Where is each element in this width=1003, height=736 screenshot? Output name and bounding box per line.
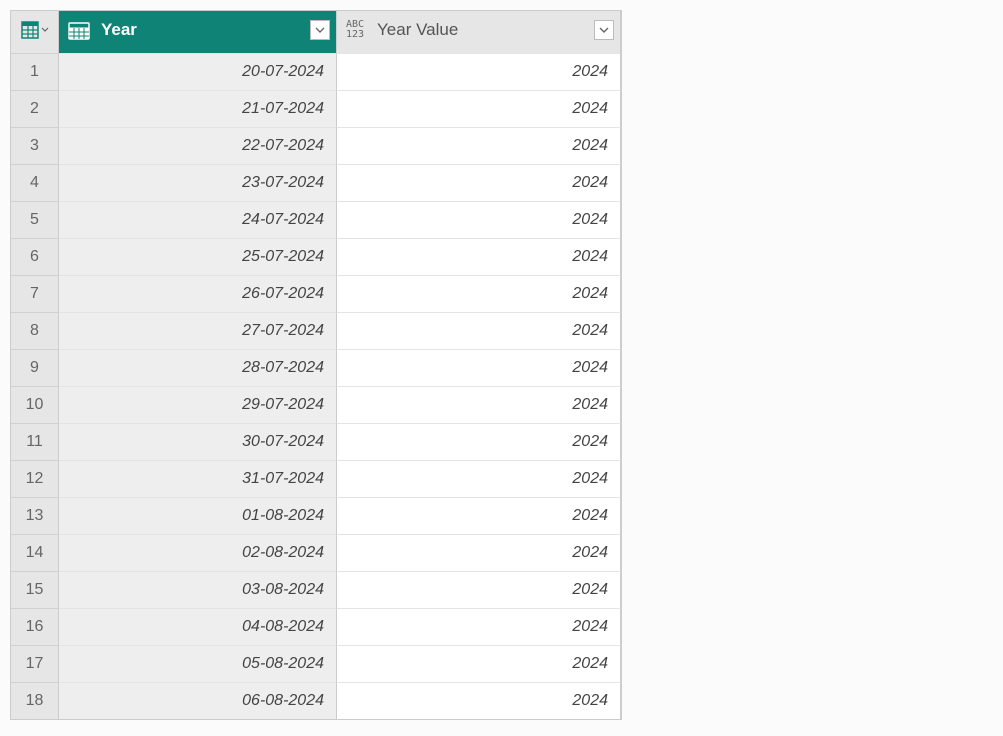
table-row[interactable]: 1231-07-20242024	[11, 460, 621, 497]
cell-year-value[interactable]: 2024	[337, 682, 621, 719]
cell-year[interactable]: 06-08-2024	[59, 682, 337, 719]
row-number[interactable]: 13	[11, 497, 59, 534]
cell-year[interactable]: 05-08-2024	[59, 645, 337, 682]
cell-year[interactable]: 04-08-2024	[59, 608, 337, 645]
table-row[interactable]: 827-07-20242024	[11, 312, 621, 349]
cell-year-value[interactable]: 2024	[337, 460, 621, 497]
cell-year[interactable]: 01-08-2024	[59, 497, 337, 534]
column-filter-button-year-value[interactable]	[594, 20, 614, 40]
cell-year-value[interactable]: 2024	[337, 571, 621, 608]
cell-year[interactable]: 02-08-2024	[59, 534, 337, 571]
cell-year-value[interactable]: 2024	[337, 312, 621, 349]
cell-year[interactable]: 28-07-2024	[59, 349, 337, 386]
cell-year[interactable]: 22-07-2024	[59, 127, 337, 164]
cell-year[interactable]: 20-07-2024	[59, 53, 337, 90]
column-label: Year Value	[377, 20, 594, 40]
row-number[interactable]: 16	[11, 608, 59, 645]
table-row[interactable]: 423-07-20242024	[11, 164, 621, 201]
cell-year-value[interactable]: 2024	[337, 90, 621, 127]
cell-year-value[interactable]: 2024	[337, 201, 621, 238]
row-number[interactable]: 4	[11, 164, 59, 201]
cell-year-value[interactable]: 2024	[337, 349, 621, 386]
cell-year-value[interactable]: 2024	[337, 275, 621, 312]
table-row[interactable]: 625-07-20242024	[11, 238, 621, 275]
column-label: Year	[101, 20, 310, 40]
row-number[interactable]: 9	[11, 349, 59, 386]
table-row[interactable]: 1705-08-20242024	[11, 645, 621, 682]
table-icon	[21, 21, 39, 39]
cell-year[interactable]: 21-07-2024	[59, 90, 337, 127]
cell-year-value[interactable]: 2024	[337, 53, 621, 90]
date-type-icon	[65, 16, 93, 44]
row-number[interactable]: 3	[11, 127, 59, 164]
table-row[interactable]: 726-07-20242024	[11, 275, 621, 312]
row-number[interactable]: 1	[11, 53, 59, 90]
table-row[interactable]: 322-07-20242024	[11, 127, 621, 164]
cell-year[interactable]: 31-07-2024	[59, 460, 337, 497]
row-number[interactable]: 12	[11, 460, 59, 497]
row-number[interactable]: 17	[11, 645, 59, 682]
row-number[interactable]: 14	[11, 534, 59, 571]
row-number[interactable]: 6	[11, 238, 59, 275]
row-number[interactable]: 11	[11, 423, 59, 460]
cell-year[interactable]: 29-07-2024	[59, 386, 337, 423]
row-number[interactable]: 18	[11, 682, 59, 719]
cell-year[interactable]: 03-08-2024	[59, 571, 337, 608]
row-number[interactable]: 10	[11, 386, 59, 423]
table-row[interactable]: 928-07-20242024	[11, 349, 621, 386]
cell-year[interactable]: 30-07-2024	[59, 423, 337, 460]
column-header-row: Year ABC123 Year Value	[11, 10, 621, 49]
cell-year-value[interactable]: 2024	[337, 127, 621, 164]
cell-year-value[interactable]: 2024	[337, 164, 621, 201]
table-options-button	[21, 21, 49, 39]
table-row[interactable]: 1402-08-20242024	[11, 534, 621, 571]
table-row[interactable]: 1029-07-20242024	[11, 386, 621, 423]
column-header-year-value[interactable]: ABC123 Year Value	[337, 11, 621, 49]
table-row[interactable]: 1301-08-20242024	[11, 497, 621, 534]
chevron-down-icon	[315, 25, 325, 35]
table-row[interactable]: 524-07-20242024	[11, 201, 621, 238]
cell-year-value[interactable]: 2024	[337, 238, 621, 275]
table-row[interactable]: 1806-08-20242024	[11, 682, 621, 719]
cell-year-value[interactable]: 2024	[337, 534, 621, 571]
cell-year-value[interactable]: 2024	[337, 608, 621, 645]
cell-year[interactable]: 26-07-2024	[59, 275, 337, 312]
chevron-down-icon	[599, 25, 609, 35]
table-row[interactable]: 221-07-20242024	[11, 90, 621, 127]
data-rows: 120-07-20242024221-07-20242024322-07-202…	[11, 53, 621, 719]
row-number[interactable]: 7	[11, 275, 59, 312]
cell-year-value[interactable]: 2024	[337, 386, 621, 423]
chevron-down-icon	[41, 26, 49, 34]
cell-year[interactable]: 25-07-2024	[59, 238, 337, 275]
cell-year-value[interactable]: 2024	[337, 645, 621, 682]
table-row[interactable]: 120-07-20242024	[11, 53, 621, 90]
table-options-cell[interactable]	[11, 11, 59, 49]
data-preview-grid: Year ABC123 Year Value	[10, 10, 622, 720]
cell-year[interactable]: 27-07-2024	[59, 312, 337, 349]
cell-year[interactable]: 24-07-2024	[59, 201, 337, 238]
cell-year-value[interactable]: 2024	[337, 497, 621, 534]
row-number[interactable]: 8	[11, 312, 59, 349]
table-row[interactable]: 1604-08-20242024	[11, 608, 621, 645]
row-number[interactable]: 2	[11, 90, 59, 127]
table-row[interactable]: 1503-08-20242024	[11, 571, 621, 608]
table-row[interactable]: 1130-07-20242024	[11, 423, 621, 460]
column-filter-button-year[interactable]	[310, 20, 330, 40]
cell-year-value[interactable]: 2024	[337, 423, 621, 460]
column-header-year[interactable]: Year	[59, 11, 337, 49]
row-number[interactable]: 5	[11, 201, 59, 238]
row-number[interactable]: 15	[11, 571, 59, 608]
any-type-icon: ABC123	[341, 16, 369, 44]
cell-year[interactable]: 23-07-2024	[59, 164, 337, 201]
